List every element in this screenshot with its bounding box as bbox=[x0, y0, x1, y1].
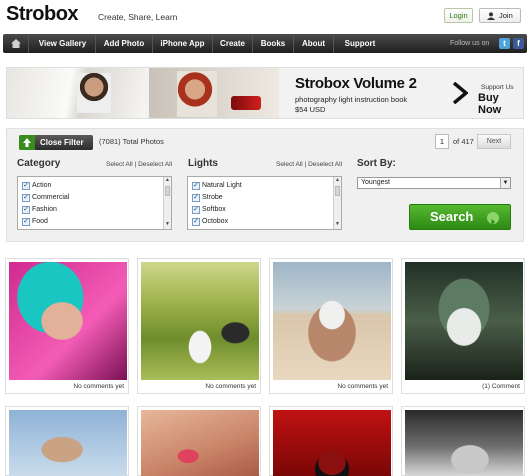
photo-card[interactable] bbox=[269, 406, 393, 476]
photo-thumbnail[interactable] bbox=[405, 262, 523, 380]
follow-us-label: Follow us on bbox=[450, 40, 490, 47]
scroll-up-icon[interactable]: ▲ bbox=[334, 177, 341, 185]
home-icon bbox=[11, 39, 21, 48]
list-item[interactable]: ✓ Natural Light bbox=[192, 180, 341, 192]
filter-panel: Close Filter (7081) Total Photos 1 of 41… bbox=[6, 128, 524, 242]
scrollbar[interactable]: ▲ ▼ bbox=[333, 177, 341, 229]
checkbox-checked[interactable]: ✓ bbox=[192, 206, 200, 214]
photo-card[interactable]: (1) Comment bbox=[401, 258, 525, 394]
book-photo-2 bbox=[149, 68, 279, 118]
photo-thumbnail[interactable] bbox=[273, 262, 391, 380]
photo-card[interactable] bbox=[5, 406, 129, 476]
banner-subtitle: photography light instruction book bbox=[295, 95, 408, 104]
book-photo-1 bbox=[7, 68, 145, 118]
join-label: Join bbox=[499, 11, 513, 20]
list-item[interactable]: ✓ Softbox bbox=[192, 204, 341, 216]
photo-thumbnail[interactable] bbox=[405, 410, 523, 476]
photo-thumbnail[interactable] bbox=[273, 410, 391, 476]
scroll-down-icon[interactable]: ▼ bbox=[334, 221, 341, 229]
scroll-up-icon[interactable]: ▲ bbox=[164, 177, 171, 185]
page-number-input[interactable]: 1 bbox=[435, 134, 449, 149]
sort-heading: Sort By: bbox=[357, 158, 396, 169]
category-deselect-all[interactable]: Deselect All bbox=[138, 161, 172, 168]
site-logo[interactable]: Strobox bbox=[6, 3, 79, 26]
join-button[interactable]: Join bbox=[479, 8, 521, 23]
arrow-up-icon bbox=[19, 135, 35, 150]
photo-card[interactable]: No comments yet bbox=[269, 258, 393, 394]
scroll-thumb[interactable] bbox=[165, 186, 170, 196]
chevron-right-icon bbox=[452, 82, 468, 104]
list-item[interactable]: ✓ Food bbox=[22, 216, 171, 228]
scroll-down-icon[interactable]: ▼ bbox=[164, 221, 171, 229]
comment-count[interactable]: No comments yet bbox=[337, 383, 388, 390]
checkbox-checked[interactable]: ✓ bbox=[192, 218, 200, 226]
support-us-text: Support Us bbox=[481, 84, 514, 91]
facebook-icon[interactable]: f bbox=[513, 38, 524, 49]
list-item[interactable]: ✓ Strobe bbox=[192, 192, 341, 204]
site-header: Strobox Create, Share, Learn Login Join bbox=[0, 0, 530, 33]
page-count: of 417 bbox=[453, 137, 474, 146]
buy-now-link[interactable]: Buy Now bbox=[478, 92, 523, 116]
list-item[interactable]: ✓ Fashion bbox=[22, 204, 171, 216]
arrow-right-icon bbox=[487, 212, 499, 225]
scrollbar[interactable]: ▲ ▼ bbox=[163, 177, 171, 229]
chevron-down-icon: ▼ bbox=[500, 178, 510, 188]
close-filter-label: Close Filter bbox=[40, 138, 84, 147]
lights-select-links: Select All | Deselect All bbox=[276, 161, 343, 168]
lights-select-all[interactable]: Select All bbox=[276, 161, 303, 168]
sort-select[interactable]: Youngest ▼ bbox=[357, 177, 511, 189]
comment-count[interactable]: No comments yet bbox=[205, 383, 256, 390]
scroll-thumb[interactable] bbox=[335, 186, 340, 196]
lights-deselect-all[interactable]: Deselect All bbox=[308, 161, 342, 168]
photo-card[interactable] bbox=[401, 406, 525, 476]
checkbox-checked[interactable]: ✓ bbox=[22, 194, 30, 202]
photo-thumbnail[interactable] bbox=[141, 262, 259, 380]
photo-thumbnail[interactable] bbox=[141, 410, 259, 476]
photo-thumbnail[interactable] bbox=[9, 410, 127, 476]
photo-thumbnail[interactable] bbox=[9, 262, 127, 380]
login-button[interactable]: Login bbox=[444, 8, 473, 23]
checkbox-checked[interactable]: ✓ bbox=[192, 182, 200, 190]
photo-card[interactable]: No comments yet bbox=[5, 258, 129, 394]
comment-count[interactable]: (1) Comment bbox=[482, 383, 520, 390]
checkbox-checked[interactable]: ✓ bbox=[22, 218, 30, 226]
next-page-button[interactable]: Next bbox=[477, 134, 511, 149]
nav-add-photo[interactable]: Add Photo bbox=[96, 34, 153, 53]
checkbox-checked[interactable]: ✓ bbox=[22, 206, 30, 214]
total-photos-count: (7081) Total Photos bbox=[99, 137, 164, 146]
category-heading: Category bbox=[17, 158, 61, 169]
list-item[interactable]: ✓ Commercial bbox=[22, 192, 171, 204]
book-promo-banner[interactable]: Strobox Volume 2 photography light instr… bbox=[6, 67, 524, 119]
lights-list[interactable]: ✓ Natural Light ✓ Strobe ✓ Softbox ✓ Octobox… bbox=[187, 176, 342, 230]
category-select-links: Select All | Deselect All bbox=[106, 161, 173, 168]
category-select-all[interactable]: Select All bbox=[106, 161, 133, 168]
checkbox-checked[interactable]: ✓ bbox=[192, 194, 200, 202]
photo-card[interactable] bbox=[137, 406, 261, 476]
search-label: Search bbox=[430, 209, 474, 224]
main-nav: View Gallery Add Photo iPhone App Create… bbox=[3, 34, 527, 53]
comment-count[interactable]: No comments yet bbox=[73, 383, 124, 390]
nav-iphone-app[interactable]: iPhone App bbox=[153, 34, 213, 53]
user-icon bbox=[487, 12, 495, 20]
search-button[interactable]: Search bbox=[409, 204, 511, 230]
site-tagline: Create, Share, Learn bbox=[98, 12, 178, 22]
nav-support[interactable]: Support bbox=[334, 34, 386, 53]
lights-heading: Lights bbox=[188, 158, 218, 169]
checkbox-checked[interactable]: ✓ bbox=[22, 182, 30, 190]
nav-about[interactable]: About bbox=[294, 34, 334, 53]
nav-books[interactable]: Books bbox=[253, 34, 294, 53]
category-list[interactable]: ✓ Action ✓ Commercial ✓ Fashion ✓ Food ▲ ▼ bbox=[17, 176, 172, 230]
twitter-icon[interactable]: t bbox=[499, 38, 510, 49]
banner-price: $54 USD bbox=[295, 105, 326, 114]
nav-home[interactable] bbox=[3, 34, 29, 53]
sort-selected-value: Youngest bbox=[361, 179, 390, 186]
nav-create[interactable]: Create bbox=[213, 34, 253, 53]
list-item[interactable]: ✓ Octobox bbox=[192, 216, 341, 228]
nav-view-gallery[interactable]: View Gallery bbox=[30, 34, 96, 53]
photo-card[interactable]: No comments yet bbox=[137, 258, 261, 394]
banner-title: Strobox Volume 2 bbox=[295, 75, 417, 92]
list-item[interactable]: ✓ Action bbox=[22, 180, 171, 192]
close-filter-button[interactable]: Close Filter bbox=[19, 135, 93, 150]
